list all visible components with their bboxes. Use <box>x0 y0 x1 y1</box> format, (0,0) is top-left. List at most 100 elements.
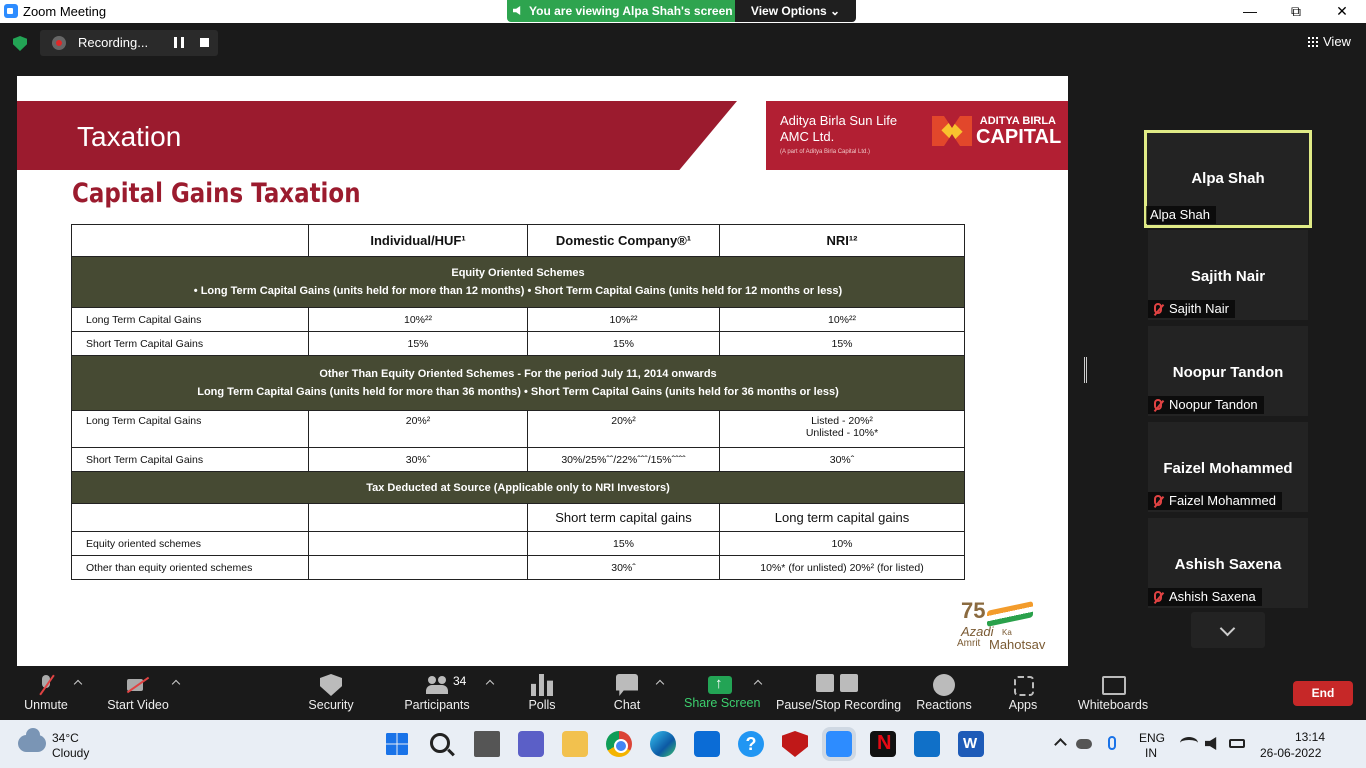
azadi-number: 75 <box>961 598 986 623</box>
screen-share-banner: You are viewing Alpa Shah's screen <box>507 0 735 22</box>
participants-options-caret-icon[interactable] <box>485 679 495 689</box>
teams-chat-icon[interactable] <box>518 731 544 757</box>
participant-tile-ashish-saxena[interactable]: Ashish Saxena Ashish Saxena <box>1148 518 1308 608</box>
table-cell: 15% <box>719 331 965 356</box>
participant-label-text: Sajith Nair <box>1169 301 1229 316</box>
more-participants-chevron-down-icon[interactable] <box>1191 612 1265 648</box>
table-cell: 10%²² <box>719 307 965 332</box>
reactions-button[interactable]: Reactions <box>915 668 973 720</box>
video-options-caret-icon[interactable] <box>171 679 181 689</box>
table-cell: Short Term Capital Gains <box>71 447 309 472</box>
pause-stop-recording-button[interactable]: Pause/Stop Recording <box>776 668 902 720</box>
start-video-button[interactable]: Start Video <box>104 668 172 720</box>
onedrive-cloud-icon[interactable] <box>1076 739 1092 749</box>
polls-button[interactable]: Polls <box>522 668 562 720</box>
chat-button[interactable]: Chat <box>607 668 647 720</box>
tds-section-title: Tax Deducted at Source (Applicable only … <box>71 471 965 504</box>
microphone-in-use-icon[interactable] <box>1108 736 1116 750</box>
unmute-button[interactable]: Unmute <box>18 668 74 720</box>
weather-description[interactable]: Cloudy <box>52 746 89 760</box>
minimize-button[interactable]: — <box>1230 2 1270 20</box>
participant-label-text: Noopur Tandon <box>1169 397 1258 412</box>
start-video-label: Start Video <box>107 698 169 712</box>
nri-unlisted-rate: Unlisted - 10%* <box>805 427 879 439</box>
view-options-button[interactable]: View Options ⌄ <box>735 0 856 22</box>
table-cell: 20%² <box>527 410 720 448</box>
participant-count-badge: 34 <box>453 674 467 688</box>
table-section-row: Other Than Equity Oriented Schemes - For… <box>71 355 965 411</box>
company-subtitle: (A part of Aditya Birla Capital Ltd.) <box>780 149 871 155</box>
word-icon[interactable] <box>958 731 984 757</box>
table-cell: Short Term Capital Gains <box>71 331 309 356</box>
apps-button[interactable]: Apps <box>1006 668 1040 720</box>
end-meeting-button[interactable]: End <box>1293 681 1353 706</box>
recording-control-label: Pause/Stop Recording <box>776 698 902 712</box>
participant-tile-faizel-mohammed[interactable]: Faizel Mohammed Faizel Mohammed <box>1148 422 1308 512</box>
chat-options-caret-icon[interactable] <box>655 679 665 689</box>
weather-temperature[interactable]: 34°C <box>52 731 79 745</box>
slide-section-title: Taxation <box>77 121 182 152</box>
maximize-button[interactable]: ⧉ <box>1276 2 1316 20</box>
table-header-cell: Domestic Company®¹ <box>527 224 720 257</box>
participant-label: Faizel Mohammed <box>1148 492 1282 510</box>
whiteboards-label: Whiteboards <box>1077 698 1149 712</box>
grid-icon <box>1308 37 1318 47</box>
table-row: Other than equity oriented schemes 30%ˆ … <box>71 555 965 580</box>
whiteboards-button[interactable]: Whiteboards <box>1077 668 1149 720</box>
security-button[interactable]: Security <box>306 668 356 720</box>
task-view-icon[interactable] <box>474 731 500 757</box>
show-hidden-icons-chevron-up-icon[interactable] <box>1054 738 1067 751</box>
section-title: Other Than Equity Oriented Schemes - For… <box>71 355 965 411</box>
table-cell: 15% <box>308 331 528 356</box>
start-menu-windows-icon[interactable] <box>386 733 408 755</box>
chrome-icon[interactable] <box>606 731 632 757</box>
pause-recording-icon[interactable] <box>174 37 184 48</box>
table-cell: Equity oriented schemes <box>71 531 309 556</box>
azadi-ka-text: Ka <box>1002 628 1012 637</box>
share-screen-button[interactable]: Share Screen <box>684 668 760 720</box>
whiteboard-icon <box>1102 674 1126 696</box>
zoom-app-icon <box>4 4 18 18</box>
participant-tile-sajith-nair[interactable]: Sajith Nair Sajith Nair <box>1148 230 1308 320</box>
participant-label-text: Ashish Saxena <box>1169 589 1256 604</box>
clock-date[interactable]: 26-06-2022 <box>1260 746 1321 760</box>
clock-time[interactable]: 13:14 <box>1295 730 1325 744</box>
table-cell: 30%ˆ <box>308 447 528 472</box>
stop-recording-icon[interactable] <box>200 38 209 47</box>
view-layout-button[interactable]: View <box>1308 34 1351 49</box>
input-region[interactable]: IN <box>1145 746 1157 760</box>
edge-browser-icon[interactable] <box>650 731 676 757</box>
reactions-label: Reactions <box>916 698 972 712</box>
zoom-taskbar-icon[interactable] <box>822 727 856 761</box>
participant-name: Faizel Mohammed <box>1163 460 1293 477</box>
file-explorer-icon[interactable] <box>562 731 588 757</box>
table-row: Long Term Capital Gains 20%² 20%² Listed… <box>71 410 965 448</box>
audio-options-caret-icon[interactable] <box>73 679 83 689</box>
muted-mic-icon <box>1154 399 1162 410</box>
cloudy-weather-icon[interactable] <box>18 728 46 752</box>
microsoft-store-icon[interactable] <box>694 731 720 757</box>
close-button[interactable]: ✕ <box>1322 2 1362 20</box>
search-icon[interactable] <box>430 733 450 753</box>
emoji-reaction-icon <box>933 674 955 696</box>
company-name: Aditya Birla Sun Life AMC Ltd. <box>780 113 898 144</box>
get-help-icon[interactable] <box>738 731 764 757</box>
participant-label: Sajith Nair <box>1148 300 1235 318</box>
participant-tile-alpa-shah[interactable]: Alpa Shah Alpa Shah <box>1144 130 1312 228</box>
participant-name: Sajith Nair <box>1190 268 1266 285</box>
apps-label: Apps <box>1008 698 1038 712</box>
tds-header-row: Short term capital gains Long term capit… <box>71 503 965 532</box>
participant-tile-noopur-tandon[interactable]: Noopur Tandon Noopur Tandon <box>1148 326 1308 416</box>
panel-resize-handle[interactable] <box>1084 357 1087 383</box>
table-cell: Long term capital gains <box>719 503 965 532</box>
participant-name: Noopur Tandon <box>1172 364 1284 381</box>
security-label: Security <box>308 698 354 712</box>
input-language[interactable]: ENG <box>1139 731 1165 745</box>
netflix-icon[interactable] <box>870 731 896 757</box>
wifi-icon[interactable] <box>1180 737 1198 749</box>
table-cell: 15% <box>527 531 720 556</box>
muted-microphone-icon <box>35 674 57 696</box>
participant-label: Alpa Shah <box>1146 206 1216 224</box>
battery-icon[interactable] <box>1229 739 1245 748</box>
media-player-icon[interactable] <box>914 731 940 757</box>
